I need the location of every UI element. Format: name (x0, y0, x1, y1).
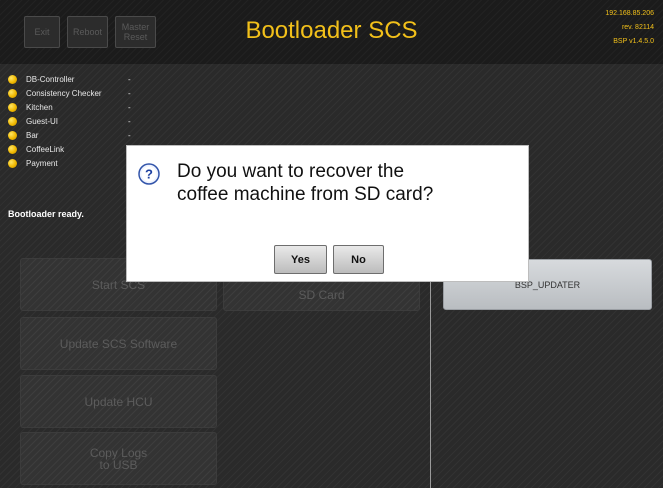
dialog-message-line1: Do you want to recover the (177, 161, 405, 182)
copy-logs-label-line2: to USB (99, 457, 138, 472)
status-name: CoffeeLink (26, 144, 65, 154)
status-dot-icon (8, 88, 17, 98)
status-name: Kitchen (26, 102, 53, 112)
status-dot-icon (8, 144, 17, 154)
question-icon: ? (138, 163, 160, 185)
status-name: Bar (26, 130, 39, 140)
status-dot-icon (8, 130, 17, 140)
status-dot-icon (8, 102, 17, 112)
status-row-kitchen: Kitchen - (8, 100, 131, 114)
app-title: Bootloader SCS (245, 17, 418, 44)
status-value: - (128, 130, 131, 140)
status-row-payment: Payment - (8, 156, 131, 170)
update-scs-software-button[interactable]: Update SCS Software (20, 317, 217, 370)
status-dot-icon (8, 116, 17, 126)
recover-dialog: ? Do you want to recover the coffee mach… (126, 145, 529, 282)
status-value: - (128, 88, 131, 98)
status-name: Consistency Checker (26, 88, 102, 98)
bootloader-status-text: Bootloader ready. (8, 209, 84, 219)
status-value: - (128, 74, 131, 84)
service-status-list: DB-Controller - Consistency Checker - Ki… (8, 72, 131, 170)
revision-text: rev. 82114 (621, 24, 654, 31)
dialog-message: Do you want to recover the coffee machin… (177, 160, 433, 206)
no-button[interactable]: No (333, 245, 384, 274)
no-label: No (351, 253, 366, 266)
status-row-bar: Bar - (8, 128, 131, 142)
status-row-db-controller: DB-Controller - (8, 72, 131, 86)
yes-button[interactable]: Yes (274, 245, 327, 274)
status-value: - (128, 116, 131, 126)
status-dot-icon (8, 158, 17, 168)
copy-logs-button[interactable]: Copy Logs to USB (20, 432, 217, 485)
status-name: DB-Controller (26, 74, 75, 84)
yes-label: Yes (291, 253, 310, 266)
copy-logs-label-line1: Copy Logs (89, 445, 148, 460)
status-dot-icon (8, 74, 17, 84)
bsp-version: BSP v1.4.5.0 (613, 38, 654, 45)
status-name: Guest-UI (26, 116, 59, 126)
header-bar: Exit Reboot Master Reset Bootloader SCS … (0, 0, 663, 64)
update-scs-label: Update SCS Software (59, 336, 178, 351)
dialog-message-line2: coffee machine from SD card? (177, 184, 434, 205)
update-hcu-label: Update HCU (84, 394, 153, 409)
status-value: - (128, 102, 131, 112)
ip-address: 192.168.85.206 (605, 10, 654, 17)
sd-card-label: SD Card (298, 288, 345, 302)
status-name: Payment (26, 158, 58, 168)
status-row-consistency-checker: Consistency Checker - (8, 86, 131, 100)
update-hcu-button[interactable]: Update HCU (20, 375, 217, 428)
column-divider (430, 262, 431, 488)
status-row-coffeelink: CoffeeLink - (8, 142, 131, 156)
svg-text:?: ? (145, 167, 153, 182)
status-row-guest-ui: Guest-UI - (8, 114, 131, 128)
